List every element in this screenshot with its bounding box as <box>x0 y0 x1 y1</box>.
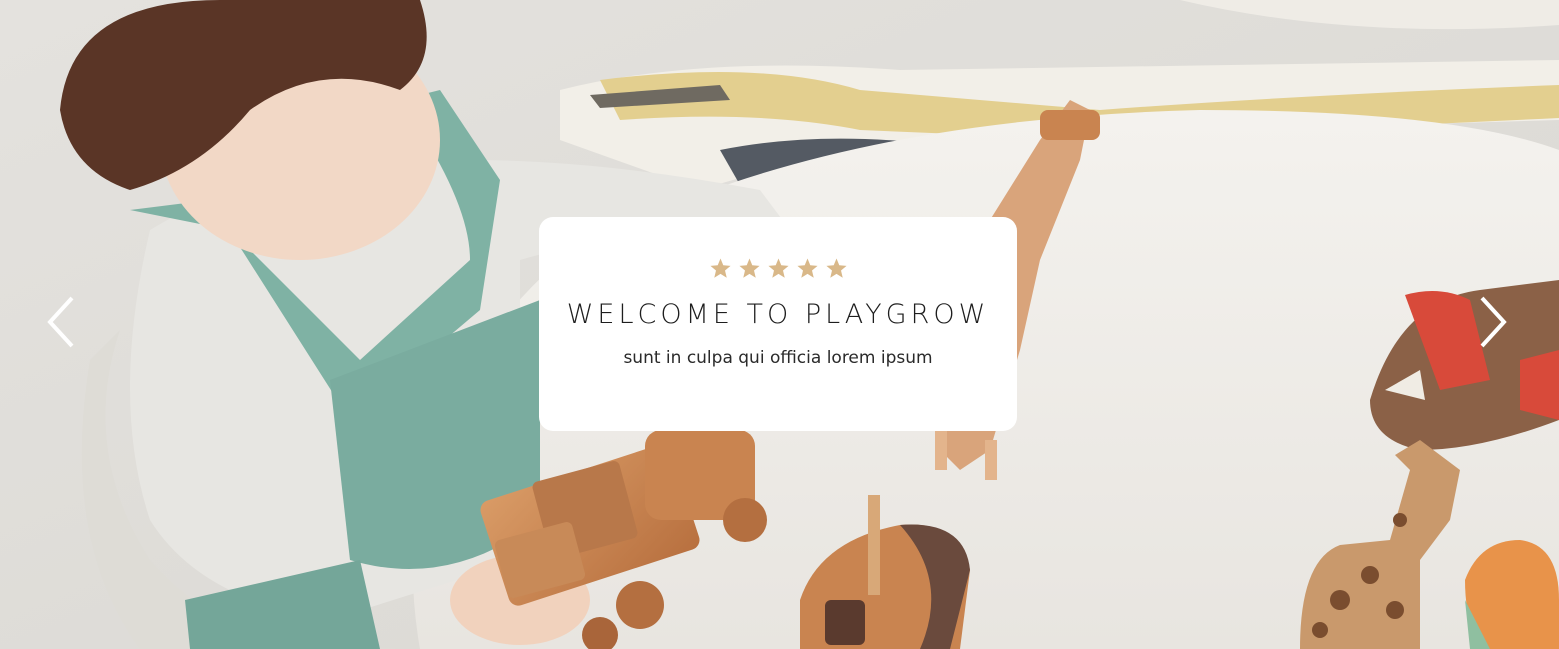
slider-next-button[interactable] <box>1474 292 1514 352</box>
chevron-left-icon <box>47 296 74 348</box>
star-icon <box>709 258 731 278</box>
slide-caption-card: WELCOME TO PLAYGROW sunt in culpa qui of… <box>539 217 1017 431</box>
star-icon <box>825 258 847 278</box>
slide-title: WELCOME TO PLAYGROW <box>566 299 990 330</box>
slide-subtitle: sunt in culpa qui officia lorem ipsum <box>623 348 933 368</box>
star-icon <box>796 258 818 278</box>
rating-stars <box>539 257 1017 283</box>
slider-prev-button[interactable] <box>40 292 80 352</box>
hero-slider: WELCOME TO PLAYGROW sunt in culpa qui of… <box>0 0 1559 649</box>
chevron-right-icon <box>1480 296 1507 348</box>
star-icon <box>767 258 789 278</box>
star-icon <box>738 258 760 278</box>
